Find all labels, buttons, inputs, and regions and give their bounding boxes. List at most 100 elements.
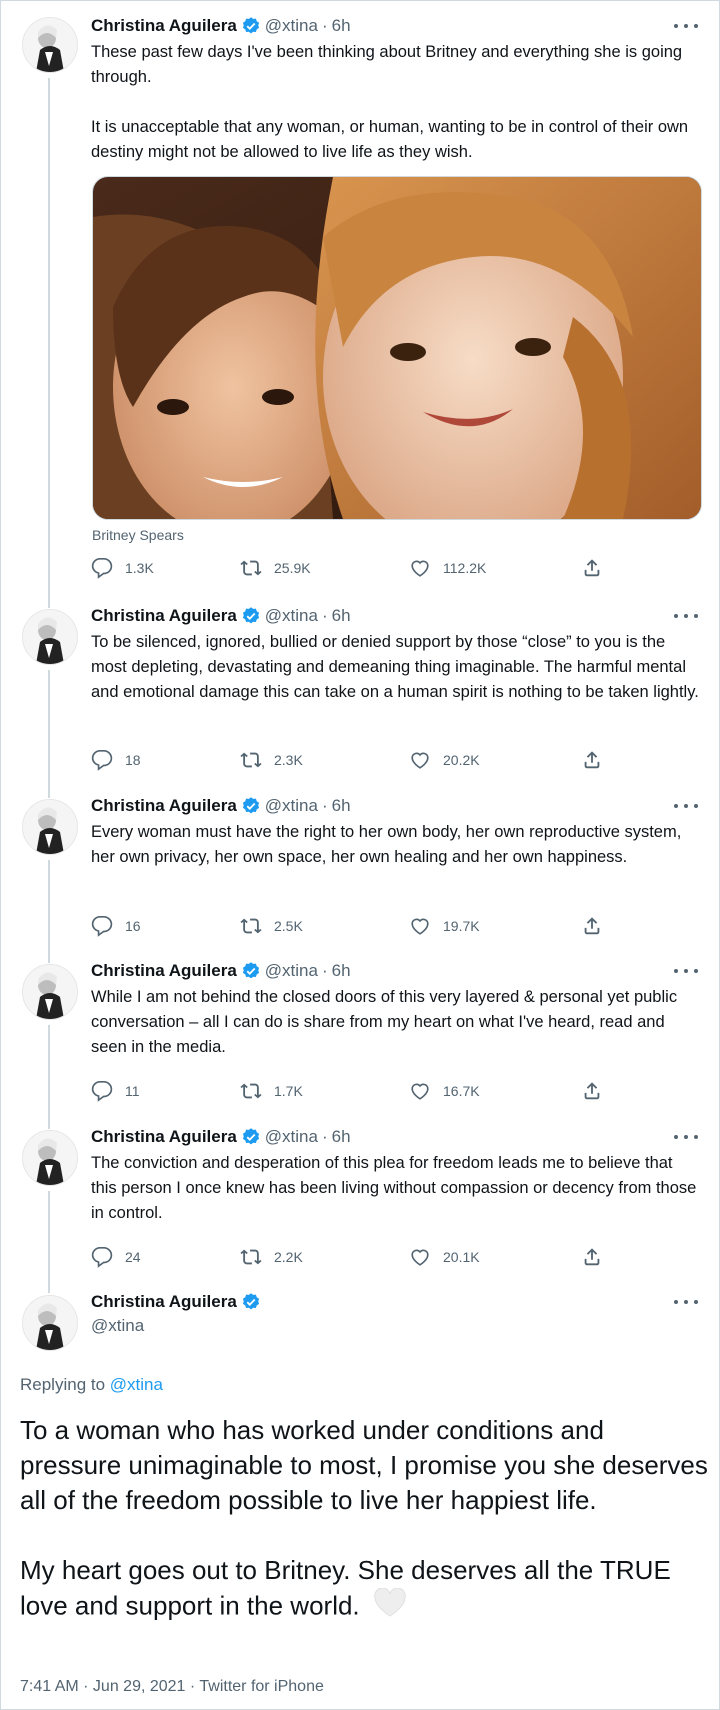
avatar[interactable] xyxy=(22,17,78,73)
tweet-paragraph: It is unacceptable that any woman, or hu… xyxy=(91,118,689,161)
more-dots-icon[interactable] xyxy=(674,963,698,979)
verified-badge-icon xyxy=(241,1292,261,1312)
avatar[interactable] xyxy=(22,1130,78,1186)
more-dots-icon[interactable] xyxy=(674,1129,698,1145)
reply-count: 11 xyxy=(125,1083,140,1099)
share-icon xyxy=(584,917,600,935)
author-handle[interactable]: @xtina xyxy=(265,14,318,38)
reply-icon xyxy=(91,1247,113,1268)
tweet-header: Christina Aguilera @xtina · 6h xyxy=(91,1125,351,1149)
tweet-text: To be silenced, ignored, bullied or deni… xyxy=(91,630,701,705)
author-name[interactable]: Christina Aguilera xyxy=(91,604,237,628)
thread-line xyxy=(48,1191,50,1293)
reply-button[interactable]: 16 xyxy=(91,915,141,937)
like-button[interactable]: 112.2K xyxy=(409,557,486,579)
reply-button[interactable]: 18 xyxy=(91,749,141,771)
tweet-actions: 16 2.5K 19.7K xyxy=(91,915,611,939)
like-count: 112.2K xyxy=(443,560,487,576)
tweet-actions: 24 2.2K 20.1K xyxy=(91,1246,611,1270)
author-name[interactable]: Christina Aguilera xyxy=(91,1290,237,1314)
media-caption[interactable]: Britney Spears xyxy=(92,527,184,543)
like-button[interactable]: 20.1K xyxy=(409,1246,480,1268)
author-handle[interactable]: @xtina xyxy=(265,794,318,818)
tweet-time[interactable]: 6h xyxy=(332,959,351,983)
retweet-count: 2.3K xyxy=(274,752,303,768)
avatar[interactable] xyxy=(22,609,78,665)
retweet-count: 2.5K xyxy=(274,918,303,934)
verified-badge-icon xyxy=(241,16,261,36)
avatar[interactable] xyxy=(22,964,78,1020)
like-button[interactable]: 19.7K xyxy=(409,915,480,937)
reply-icon xyxy=(91,1081,113,1102)
tweet-header: Christina Aguilera @xtina · 6h xyxy=(91,14,351,38)
more-dots-icon[interactable] xyxy=(674,1294,698,1310)
share-button[interactable] xyxy=(581,1246,615,1268)
author-handle[interactable]: @xtina xyxy=(265,959,318,983)
heart-icon xyxy=(411,1249,429,1266)
tweet-paragraph: To a woman who has worked under conditio… xyxy=(20,1415,708,1515)
retweet-button[interactable]: 2.3K xyxy=(240,749,303,771)
tweet-header: Christina Aguilera @xtina · 6h xyxy=(91,794,351,818)
reply-button[interactable]: 1.3K xyxy=(91,557,154,579)
tweet-paragraph: While I am not behind the closed doors o… xyxy=(91,988,678,1056)
white-heart-emoji-icon xyxy=(373,1587,407,1627)
tweet-photo[interactable] xyxy=(92,176,702,520)
share-button[interactable] xyxy=(581,915,615,937)
avatar[interactable] xyxy=(22,799,78,855)
reply-count: 24 xyxy=(125,1249,141,1265)
tweet-paragraph: Every woman must have the right to her o… xyxy=(91,823,682,866)
retweet-button[interactable]: 2.2K xyxy=(240,1246,303,1268)
share-icon xyxy=(584,559,600,577)
tweet-time[interactable]: 6h xyxy=(332,794,351,818)
tweet-time[interactable]: 6h xyxy=(332,14,351,38)
share-button[interactable] xyxy=(581,749,615,771)
more-dots-icon[interactable] xyxy=(674,798,698,814)
verified-badge-icon xyxy=(241,961,261,981)
share-icon xyxy=(584,1248,600,1266)
tweet-header: Christina Aguilera @xtina · 6h xyxy=(91,959,351,983)
retweet-button[interactable]: 2.5K xyxy=(240,915,303,937)
share-button[interactable] xyxy=(581,557,615,579)
tweet-text: Every woman must have the right to her o… xyxy=(91,820,701,870)
share-button[interactable] xyxy=(581,1080,615,1102)
reply-button[interactable]: 24 xyxy=(91,1246,141,1268)
retweet-button[interactable]: 25.9K xyxy=(240,557,311,579)
replying-to: Replying to @xtina xyxy=(20,1375,163,1395)
like-button[interactable]: 16.7K xyxy=(409,1080,480,1102)
author-handle[interactable]: @xtina xyxy=(91,1314,144,1338)
retweet-count: 25.9K xyxy=(274,560,311,576)
retweet-icon xyxy=(240,752,262,768)
retweet-button[interactable]: 1.7K xyxy=(240,1080,303,1102)
heart-icon xyxy=(411,752,429,769)
tweet-paragraph: These past few days I've been thinking a… xyxy=(91,43,683,86)
retweet-icon xyxy=(240,1249,262,1265)
tweet-time[interactable]: 6h xyxy=(332,1125,351,1149)
author-name[interactable]: Christina Aguilera xyxy=(91,14,237,38)
more-dots-icon[interactable] xyxy=(674,18,698,34)
main-tweet-text: To a woman who has worked under conditio… xyxy=(20,1413,710,1627)
tweet-paragraph: To be silenced, ignored, bullied or deni… xyxy=(91,633,699,701)
like-count: 19.7K xyxy=(443,918,480,934)
replying-handle-link[interactable]: @xtina xyxy=(110,1375,163,1394)
retweet-icon xyxy=(240,560,262,576)
reply-button[interactable]: 11 xyxy=(91,1080,140,1102)
heart-icon xyxy=(411,1083,429,1100)
author-name[interactable]: Christina Aguilera xyxy=(91,794,237,818)
tweet-paragraph: The conviction and desperation of this p… xyxy=(91,1154,697,1222)
more-dots-icon[interactable] xyxy=(674,608,698,624)
author-handle[interactable]: @xtina xyxy=(265,604,318,628)
retweet-icon xyxy=(240,1083,262,1099)
author-handle[interactable]: @xtina xyxy=(265,1125,318,1149)
reply-count: 16 xyxy=(125,918,141,934)
author-name[interactable]: Christina Aguilera xyxy=(91,1125,237,1149)
tweet-time[interactable]: 6h xyxy=(332,604,351,628)
tweet-actions: 11 1.7K 16.7K xyxy=(91,1080,611,1104)
like-count: 16.7K xyxy=(443,1083,480,1099)
tweet-timestamp[interactable]: 7:41 AM · Jun 29, 2021 · Twitter for iPh… xyxy=(20,1678,324,1696)
like-button[interactable]: 20.2K xyxy=(409,749,480,771)
heart-icon xyxy=(411,560,429,577)
like-count: 20.1K xyxy=(443,1249,480,1265)
avatar[interactable] xyxy=(22,1295,78,1351)
author-name[interactable]: Christina Aguilera xyxy=(91,959,237,983)
tweet-paragraph: My heart goes out to Britney. She deserv… xyxy=(20,1555,671,1621)
